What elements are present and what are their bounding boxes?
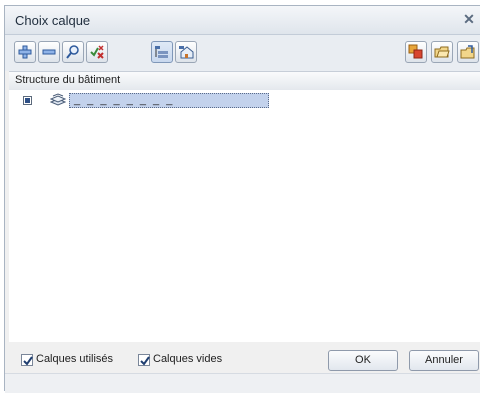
export-button[interactable] (457, 41, 479, 63)
add-button[interactable] (14, 41, 36, 63)
checkmark-icon (23, 356, 33, 366)
title-bar: Choix calque ✕ (5, 6, 480, 35)
building-structure-tree[interactable]: _ _ _ _ _ _ _ _ (9, 90, 480, 343)
layer-structure-icon (155, 46, 168, 58)
layer-choice-dialog: Choix calque ✕ Structure du bâtiment _ _… (4, 5, 480, 393)
close-icon[interactable]: ✕ (460, 10, 478, 28)
tree-node-label: _ _ _ _ _ _ _ _ (74, 94, 175, 106)
building-icon (179, 46, 194, 59)
window-title: Choix calque (15, 13, 91, 28)
toolbar (5, 35, 480, 71)
search-button[interactable] (62, 41, 84, 63)
status-bar (5, 373, 480, 393)
check-toggle-icon (90, 45, 104, 59)
search-icon (66, 45, 79, 59)
tree-header-label: Structure du bâtiment (15, 74, 121, 86)
used-layers-label: Calques utilisés (36, 353, 114, 365)
cancel-button[interactable]: Annuler (409, 350, 479, 371)
layer-stack-icon (50, 93, 66, 106)
remove-icon (42, 49, 56, 55)
checkbox-box[interactable] (21, 354, 33, 366)
tree-node-selected[interactable]: _ _ _ _ _ _ _ _ (69, 93, 269, 108)
checkmark-icon (140, 356, 150, 366)
tree-node-checkbox[interactable] (23, 96, 32, 105)
export-icon (460, 45, 475, 59)
checkbox-box[interactable] (138, 354, 150, 366)
add-icon (18, 45, 32, 59)
empty-layers-label: Calques vides (153, 353, 223, 365)
ok-button[interactable]: OK (328, 350, 398, 371)
check-toggle-button[interactable] (86, 41, 108, 63)
remove-button[interactable] (38, 41, 60, 63)
copy-layers-icon (408, 44, 423, 59)
layer-structure-button[interactable] (151, 41, 173, 63)
building-button[interactable] (175, 41, 197, 63)
tree-header: Structure du bâtiment (9, 71, 480, 91)
open-folder-icon (434, 46, 450, 58)
open-folder-button[interactable] (431, 41, 453, 63)
copy-layers-button[interactable] (405, 41, 427, 63)
